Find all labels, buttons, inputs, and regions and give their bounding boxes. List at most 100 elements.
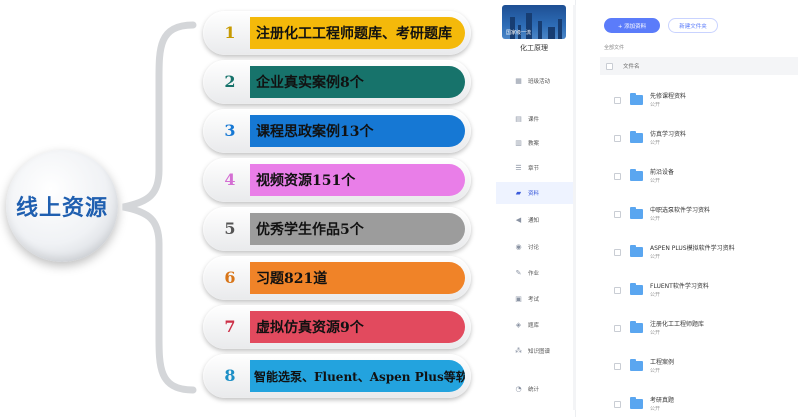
sidebar-item[interactable]: ◉ 讨论 [496, 236, 576, 258]
file-row[interactable]: 考研真题 公开 [600, 390, 798, 417]
file-name[interactable]: 注册化工工程师题库 [650, 319, 704, 328]
visibility-label: 公开 [650, 102, 661, 108]
file-row[interactable]: FLUENT软件学习资料 公开 [600, 276, 798, 306]
sidebar-item-label: 教案 [528, 141, 540, 147]
file-row[interactable]: 仿真学习资料 公开 [600, 124, 798, 154]
file-name[interactable]: FLUENT软件学习资料 [650, 281, 709, 290]
file-name[interactable]: 前沿设备 [650, 167, 674, 176]
resource-item: 1 注册化工工程师题库、考研题库 [203, 11, 471, 55]
sidebar-item-label: 课件 [528, 117, 540, 123]
sidebar-item-label: 统计 [528, 387, 540, 393]
sidebar-item[interactable]: ◈ 题库 [496, 314, 576, 336]
resource-item: 2 企业真实案例8个 [203, 60, 471, 104]
sidebar-item[interactable]: ◀ 通知 [496, 209, 576, 231]
resource-item-bar: 视频资源151个 [250, 164, 465, 196]
add-material-button[interactable]: + 添加资料 [604, 18, 660, 33]
folder-icon [630, 321, 643, 333]
column-header-filename: 文件名 [623, 64, 640, 70]
sidebar-item[interactable]: ▦ 班级活动 [496, 70, 576, 92]
sidebar-item[interactable]: ▥ 教案 [496, 132, 576, 154]
center-label: 线上资源 [15, 196, 108, 221]
file-row[interactable]: ASPEN PLUS模拟软件学习资料 公开 [600, 238, 798, 268]
sidebar-item[interactable]: ✎ 作业 [496, 262, 576, 284]
homework-icon: ✎ [515, 269, 522, 277]
file-row[interactable]: 前沿设备 公开 [600, 162, 798, 192]
folder-icon [630, 245, 643, 257]
resource-item-number: 5 [224, 219, 236, 238]
course-cover-image[interactable]: 国家级一流 [502, 5, 566, 39]
select-all-checkbox[interactable] [606, 62, 613, 70]
resource-item-bar: 企业真实案例8个 [250, 66, 465, 98]
row-checkbox[interactable] [614, 135, 621, 142]
visibility-label: 公开 [650, 292, 661, 298]
row-checkbox[interactable] [614, 401, 621, 408]
visibility-label: 公开 [650, 140, 661, 146]
row-checkbox[interactable] [614, 325, 621, 332]
row-checkbox[interactable] [614, 287, 621, 294]
sidebar-item-label: 作业 [528, 271, 540, 277]
file-name[interactable]: ASPEN PLUS模拟软件学习资料 [650, 243, 735, 252]
folder-icon [630, 131, 643, 143]
file-name[interactable]: 工程案例 [650, 357, 674, 366]
row-checkbox[interactable] [614, 363, 621, 370]
course-level-tag: 国家级一流 [506, 30, 532, 36]
folder-icon [630, 169, 643, 181]
course-resource-app: 国家级一流 化工原理 ▦ 班级活动 ▤ 课件 ▥ 教案 ☰ 章节 ▰ 资料 ◀ 通知 ◉ 讨论 ✎ 作业 ▣ 考试… [496, 0, 800, 417]
sidebar-item[interactable]: ▤ 课件 [496, 108, 576, 130]
resource-item-number: 3 [224, 121, 236, 140]
resource-item-number: 8 [224, 366, 236, 385]
resource-item-number: 2 [224, 72, 236, 91]
folder-icon [630, 93, 643, 105]
courseware-icon: ▤ [515, 115, 522, 123]
sidebar-item[interactable]: ▣ 考试 [496, 288, 576, 310]
resource-item-number: 4 [224, 170, 236, 189]
resource-item: 8 智能选泵、Fluent、Aspen Plus等软件 [203, 354, 471, 398]
resource-item-bar: 虚拟仿真资源9个 [250, 311, 465, 343]
center-circle: 线上资源 [6, 150, 118, 262]
file-row[interactable]: 工程案例 公开 [600, 352, 798, 382]
file-row[interactable]: 先修课程资料 公开 [600, 86, 798, 116]
visibility-label: 公开 [650, 406, 661, 412]
file-name[interactable]: 中职选泵软件学习资料 [650, 205, 710, 214]
resource-item: 4 视频资源151个 [203, 158, 471, 202]
visibility-label: 公开 [650, 216, 661, 222]
folder-icon [630, 397, 643, 409]
grid-icon: ▦ [515, 77, 522, 85]
file-name[interactable]: 仿真学习资料 [650, 129, 686, 138]
file-row[interactable]: 中职选泵软件学习资料 公开 [600, 200, 798, 230]
folder-icon: ▰ [515, 189, 522, 197]
row-checkbox[interactable] [614, 211, 621, 218]
knowledge-graph-icon: ⁂ [515, 347, 522, 355]
file-row[interactable]: 注册化工工程师题库 公开 [600, 314, 798, 344]
resource-item-number: 7 [224, 317, 236, 336]
resource-item: 3 课程思政案例13个 [203, 109, 471, 153]
resource-item-bar: 优秀学生作品5个 [250, 213, 465, 245]
row-checkbox[interactable] [614, 173, 621, 180]
visibility-label: 公开 [650, 254, 661, 260]
sidebar-item[interactable]: ◔ 统计 [496, 378, 576, 400]
curly-brace [122, 21, 197, 394]
resource-item: 7 虚拟仿真资源9个 [203, 305, 471, 349]
sidebar-scrollbar[interactable] [573, 5, 576, 410]
sidebar-item-label: 考试 [528, 297, 540, 303]
row-checkbox[interactable] [614, 249, 621, 256]
folder-icon [630, 207, 643, 219]
sidebar-item-label: 章节 [528, 166, 540, 172]
new-folder-button[interactable]: 新建文件夹 [668, 18, 718, 33]
file-panel: + 添加资料 新建文件夹 全部文件 文件名 先修课程资料 公开 仿真学习资料 公开 前沿… [578, 0, 800, 417]
file-name[interactable]: 先修课程资料 [650, 91, 686, 100]
speaker-icon: ◀ [515, 216, 522, 224]
visibility-label: 公开 [650, 178, 661, 184]
folder-icon [630, 359, 643, 371]
row-checkbox[interactable] [614, 97, 621, 104]
online-resources-infographic: 线上资源 1 注册化工工程师题库、考研题库 2 企业真实案例8个 3 课程思政案例13个 4… [0, 0, 500, 417]
resource-item-number: 6 [224, 268, 236, 287]
visibility-label: 公开 [650, 330, 661, 336]
chapter-icon: ☰ [515, 164, 522, 172]
sidebar-item[interactable]: ☰ 章节 [496, 157, 576, 179]
file-name[interactable]: 考研真题 [650, 395, 674, 404]
sidebar-item[interactable]: ▰ 资料 [496, 182, 576, 204]
sidebar-item[interactable]: ⁂ 知识图谱 [496, 340, 576, 362]
table-header: 文件名 [600, 57, 798, 75]
breadcrumb[interactable]: 全部文件 [604, 44, 624, 51]
